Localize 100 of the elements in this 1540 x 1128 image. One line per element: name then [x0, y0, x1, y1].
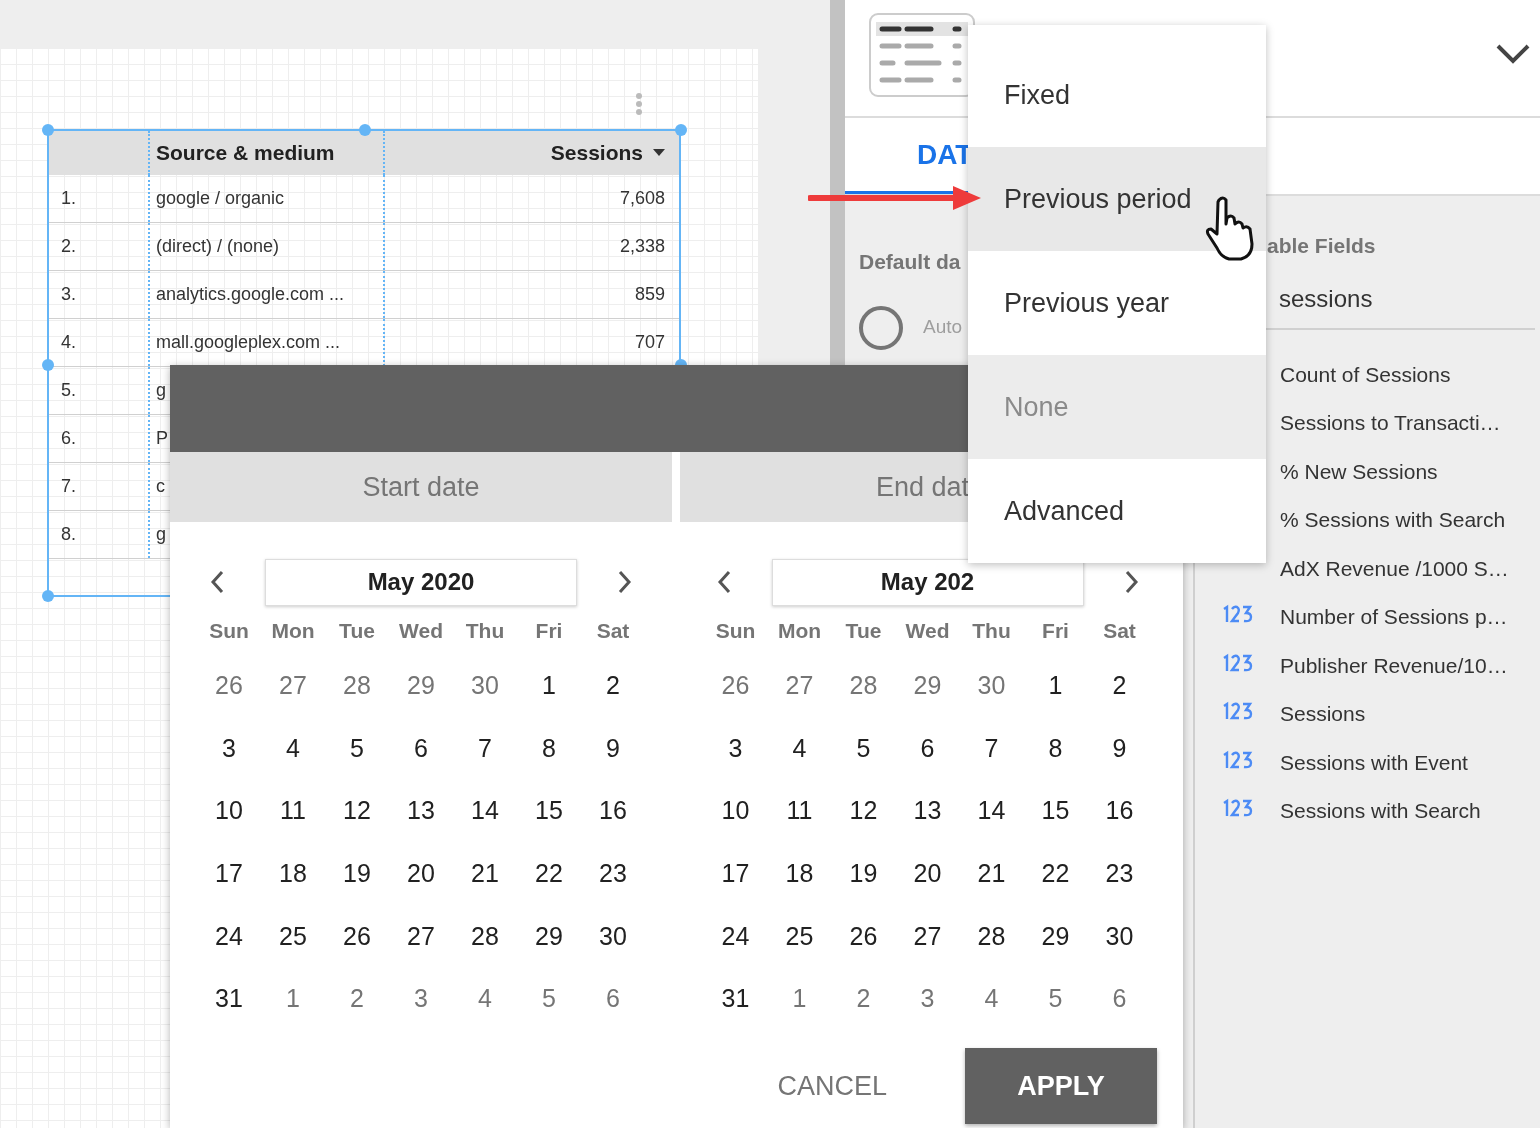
calendar-day[interactable]: 31 [197, 967, 261, 1031]
calendar-day[interactable]: 15 [517, 779, 581, 843]
calendar-day[interactable]: 26 [831, 904, 896, 968]
calendar-day[interactable]: 19 [831, 842, 896, 905]
calendar-day[interactable]: 28 [831, 654, 896, 717]
calendar-day[interactable]: 13 [895, 779, 960, 843]
calendar-day[interactable]: 10 [197, 779, 261, 843]
calendar-day[interactable]: 27 [895, 904, 960, 968]
calendar-day[interactable]: 20 [895, 842, 960, 905]
calendar-day[interactable]: 25 [767, 904, 832, 968]
calendar-day[interactable]: 28 [959, 904, 1024, 968]
calendar-day[interactable]: 29 [389, 654, 453, 717]
calendar-day[interactable]: 5 [831, 716, 896, 780]
calendar-day[interactable]: 31 [703, 967, 768, 1031]
calendar-day[interactable]: 9 [1087, 716, 1152, 780]
calendar-day[interactable]: 12 [831, 779, 896, 843]
calendar-day[interactable]: 6 [895, 716, 960, 780]
field-row[interactable]: Number of Sessions p… [1195, 592, 1540, 641]
calendar-day[interactable]: 2 [1087, 654, 1152, 717]
calendar-day[interactable]: 26 [197, 654, 261, 717]
calendar-day[interactable]: 21 [959, 842, 1024, 905]
calendar-day[interactable]: 5 [1023, 967, 1088, 1031]
calendar-day[interactable]: 11 [261, 779, 325, 843]
calendar-day[interactable]: 10 [703, 779, 768, 843]
calendar-day[interactable]: 16 [1087, 779, 1152, 843]
calendar-day[interactable]: 3 [703, 716, 768, 780]
menu-item[interactable]: Fixed [968, 43, 1266, 147]
cancel-button[interactable]: CANCEL [777, 1065, 887, 1107]
calendar-day[interactable]: 2 [581, 654, 645, 717]
sort-descending-icon[interactable] [653, 149, 665, 157]
calendar-day[interactable]: 9 [581, 716, 645, 780]
resize-handle[interactable] [675, 124, 687, 136]
calendar-day[interactable]: 18 [261, 842, 325, 905]
calendar-day[interactable]: 30 [453, 654, 517, 717]
calendar-day[interactable]: 12 [325, 779, 389, 843]
calendar-day[interactable]: 28 [453, 904, 517, 968]
calendar-day[interactable]: 2 [831, 967, 896, 1031]
calendar-day[interactable]: 30 [959, 654, 1024, 717]
calendar-day[interactable]: 1 [517, 654, 581, 717]
calendar-day[interactable]: 30 [1087, 904, 1152, 968]
calendar-day[interactable]: 4 [959, 967, 1024, 1031]
calendar-day[interactable]: 23 [581, 842, 645, 905]
calendar-day[interactable]: 19 [325, 842, 389, 905]
calendar-day[interactable]: 29 [895, 654, 960, 717]
calendar-day[interactable]: 27 [767, 654, 832, 717]
calendar-day[interactable]: 8 [1023, 716, 1088, 780]
resize-handle[interactable] [359, 124, 371, 136]
field-row[interactable]: Sessions [1195, 689, 1540, 738]
calendar-day[interactable]: 7 [959, 716, 1024, 780]
calendar-day[interactable]: 13 [389, 779, 453, 843]
calendar-day[interactable]: 30 [581, 904, 645, 968]
calendar-day[interactable]: 24 [703, 904, 768, 968]
calendar-day[interactable]: 14 [453, 779, 517, 843]
calendar-day[interactable]: 3 [389, 967, 453, 1031]
calendar-day[interactable]: 3 [895, 967, 960, 1031]
column-label[interactable]: Sessions [550, 137, 643, 169]
calendar-day[interactable]: 28 [325, 654, 389, 717]
calendar-day[interactable]: 4 [261, 716, 325, 780]
field-row[interactable]: Sessions with Event [1195, 738, 1540, 787]
calendar-day[interactable]: 14 [959, 779, 1024, 843]
calendar-day[interactable]: 5 [517, 967, 581, 1031]
calendar-day[interactable]: 21 [453, 842, 517, 905]
calendar-day[interactable]: 6 [389, 716, 453, 780]
calendar-day[interactable]: 26 [703, 654, 768, 717]
menu-item[interactable]: Previous year [968, 251, 1266, 355]
calendar-day[interactable]: 6 [581, 967, 645, 1031]
calendar-day[interactable]: 4 [767, 716, 832, 780]
calendar-day[interactable]: 1 [1023, 654, 1088, 717]
calendar-day[interactable]: 22 [1023, 842, 1088, 905]
calendar-day[interactable]: 2 [325, 967, 389, 1031]
calendar-day[interactable]: 20 [389, 842, 453, 905]
radio-button[interactable] [859, 305, 903, 350]
calendar-day[interactable]: 7 [453, 716, 517, 780]
calendar-day[interactable]: 1 [767, 967, 832, 1031]
calendar-day[interactable]: 22 [517, 842, 581, 905]
calendar-day[interactable]: 29 [1023, 904, 1088, 968]
calendar-day[interactable]: 5 [325, 716, 389, 780]
month-selector[interactable]: May 2020 [265, 558, 577, 606]
calendar-day[interactable]: 25 [261, 904, 325, 968]
calendar-day[interactable]: 17 [197, 842, 261, 905]
calendar-day[interactable]: 15 [1023, 779, 1088, 843]
calendar-day[interactable]: 23 [1087, 842, 1152, 905]
calendar-day[interactable]: 17 [703, 842, 768, 905]
menu-item[interactable]: Previous period [968, 147, 1266, 251]
calendar-day[interactable]: 11 [767, 779, 832, 843]
calendar-day[interactable]: 18 [767, 842, 832, 905]
calendar-day[interactable]: 29 [517, 904, 581, 968]
chevron-down-icon[interactable] [1496, 43, 1530, 65]
apply-button[interactable]: APPLY [965, 1048, 1157, 1125]
field-row[interactable]: Sessions with Search [1195, 786, 1540, 835]
calendar-day[interactable]: 1 [261, 967, 325, 1031]
table-chart-icon[interactable] [869, 13, 975, 97]
calendar-day[interactable]: 27 [389, 904, 453, 968]
calendar-day[interactable]: 4 [453, 967, 517, 1031]
resize-handle[interactable] [42, 359, 54, 371]
calendar-day[interactable]: 3 [197, 716, 261, 780]
calendar-day[interactable]: 6 [1087, 967, 1152, 1031]
calendar-day[interactable]: 24 [197, 904, 261, 968]
calendar-day[interactable]: 27 [261, 654, 325, 717]
field-row[interactable]: Publisher Revenue/10… [1195, 641, 1540, 690]
